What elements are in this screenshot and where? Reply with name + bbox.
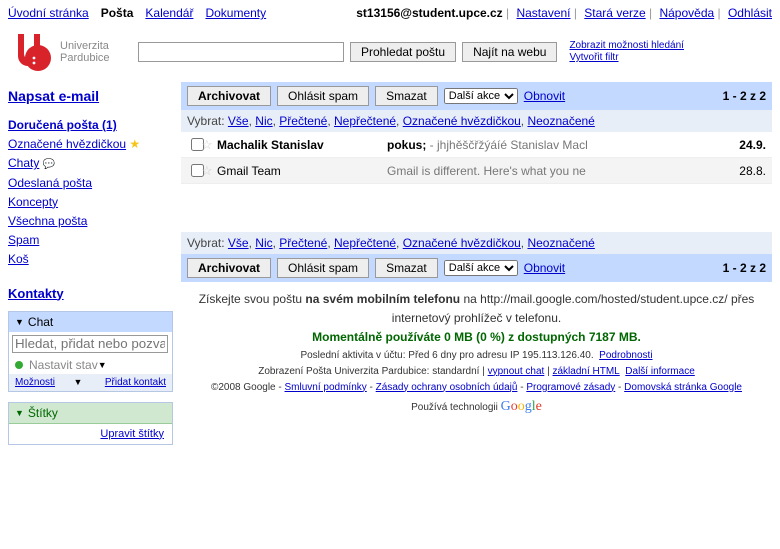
user-email: st13156@student.upce.cz (356, 6, 502, 20)
row-subject: pokus; - jhjhěščřžýáíé Stanislav Macl (387, 138, 722, 152)
message-row[interactable]: ☆Gmail TeamGmail is different. Here's wh… (181, 158, 772, 184)
delete-button[interactable]: Smazat (375, 86, 438, 106)
nav-home[interactable]: Úvodní stránka (8, 6, 89, 20)
labels-title: Štítky (28, 406, 58, 420)
select-unread[interactable]: Nepřečtené (334, 114, 396, 128)
activity-details[interactable]: Podrobnosti (599, 350, 652, 361)
compose-button[interactable]: Napsat e-mail (8, 88, 173, 104)
nav-help[interactable]: Nápověda (659, 6, 714, 20)
select-none[interactable]: Nic (255, 236, 272, 250)
delete-button[interactable]: Smazat (375, 258, 438, 278)
search-web-button[interactable]: Najít na webu (462, 42, 557, 62)
create-filter[interactable]: Vytvořit filtr (569, 52, 618, 63)
range-label: 1 - 2 z 2 (723, 261, 766, 275)
report-spam-button[interactable]: Ohlásit spam (277, 86, 369, 106)
chat-add-contact[interactable]: Přidat kontakt (105, 377, 166, 388)
chevron-down-icon[interactable]: ▼ (15, 317, 24, 327)
search-input[interactable] (138, 42, 344, 62)
chat-set-status[interactable]: Nastavit stav (29, 358, 98, 372)
row-from: Machalik Stanislav (217, 138, 387, 152)
footer: Získejte svou poštu na svém mobilním tel… (181, 282, 772, 426)
select-unread[interactable]: Nepřečtené (334, 236, 396, 250)
select-none[interactable]: Nic (255, 114, 272, 128)
star-icon[interactable]: ☆ (201, 137, 217, 153)
refresh-link[interactable]: Obnovit (524, 261, 565, 275)
nav-logout[interactable]: Odhlásit (728, 6, 772, 20)
range-label: 1 - 2 z 2 (723, 89, 766, 103)
chat-title: Chat (28, 315, 53, 329)
search-mail-button[interactable]: Prohledat poštu (350, 42, 456, 62)
chat-widget: ▼Chat Nastavit stav ▼ Možnosti▼ Přidat k… (8, 311, 173, 392)
chat-bubble-icon: 💬 (43, 159, 55, 170)
quota-text: Momentálně používáte 0 MB (0 %) z dostup… (189, 328, 764, 347)
select-all[interactable]: Vše (228, 236, 249, 250)
sidebar-spam[interactable]: Spam (8, 233, 39, 247)
sidebar-all[interactable]: Všechna pošta (8, 214, 87, 228)
chat-search-input[interactable] (12, 335, 168, 353)
report-spam-button[interactable]: Ohlásit spam (277, 258, 369, 278)
sidebar-inbox[interactable]: Doručená pošta (1) (8, 118, 117, 132)
select-all[interactable]: Vše (228, 114, 249, 128)
sidebar-chats[interactable]: Chaty (8, 156, 39, 170)
terms[interactable]: Smluvní podmínky (285, 382, 367, 393)
select-row-bottom: Vybrat: Vše, Nic, Přečtené, Nepřečtené, … (181, 232, 772, 254)
select-read[interactable]: Přečtené (279, 114, 327, 128)
logo: UniverzitaPardubice (8, 28, 138, 76)
status-dot-icon (15, 361, 23, 369)
nav-docs[interactable]: Dokumenty (205, 6, 266, 20)
show-search-options[interactable]: Zobrazit možnosti hledání (569, 40, 684, 51)
archive-button[interactable]: Archivovat (187, 86, 271, 106)
program-policies[interactable]: Programové zásady (526, 382, 615, 393)
google-logo-icon: Google (501, 396, 542, 418)
turn-off-chat[interactable]: vypnout chat (488, 366, 545, 377)
chevron-down-icon[interactable]: ▼ (15, 408, 24, 418)
message-list: ☆Machalik Stanislavpokus; - jhjhěščřžýáí… (181, 132, 772, 232)
row-date: 24.9. (722, 138, 766, 152)
select-read[interactable]: Přečtené (279, 236, 327, 250)
nav-mail[interactable]: Pošta (101, 6, 134, 20)
sidebar-drafts[interactable]: Koncepty (8, 195, 58, 209)
google-home[interactable]: Domovská stránka Google (624, 382, 742, 393)
row-from: Gmail Team (217, 164, 387, 178)
sidebar-trash[interactable]: Koš (8, 252, 29, 266)
select-unstarred[interactable]: Neoznačené (527, 114, 594, 128)
sidebar-contacts[interactable]: Kontakty (8, 286, 64, 301)
more-actions-select[interactable]: Další akce (444, 260, 518, 276)
nav-oldversion[interactable]: Stará verze (584, 6, 645, 20)
select-row-top: Vybrat: Vše, Nic, Přečtené, Nepřečtené, … (181, 110, 772, 132)
row-subject: Gmail is different. Here's what you ne (387, 164, 722, 178)
nav-settings[interactable]: Nastavení (516, 6, 570, 20)
top-toolbar: Archivovat Ohlásit spam Smazat Další akc… (181, 82, 772, 110)
nav-calendar[interactable]: Kalendář (145, 6, 193, 20)
star-icon[interactable]: ☆ (201, 163, 217, 179)
more-actions-select[interactable]: Další akce (444, 88, 518, 104)
chevron-down-icon[interactable]: ▼ (98, 360, 107, 370)
labels-widget: ▼ Štítky Upravit štítky (8, 402, 173, 445)
select-starred[interactable]: Označené hvězdičkou (403, 236, 521, 250)
more-info[interactable]: Další informace (625, 366, 694, 377)
chat-options[interactable]: Možnosti (15, 377, 55, 388)
select-starred[interactable]: Označené hvězdičkou (403, 114, 521, 128)
bottom-toolbar: Archivovat Ohlásit spam Smazat Další akc… (181, 254, 772, 282)
university-logo-icon (8, 28, 56, 76)
privacy[interactable]: Zásady ochrany osobních údajů (376, 382, 518, 393)
basic-html[interactable]: základní HTML (552, 366, 619, 377)
select-unstarred[interactable]: Neoznačené (527, 236, 594, 250)
refresh-link[interactable]: Obnovit (524, 89, 565, 103)
sidebar-sent[interactable]: Odeslaná pošta (8, 176, 92, 190)
edit-labels[interactable]: Upravit štítky (100, 428, 164, 440)
archive-button[interactable]: Archivovat (187, 258, 271, 278)
star-icon: ★ (129, 137, 140, 151)
message-row[interactable]: ☆Machalik Stanislavpokus; - jhjhěščřžýáí… (181, 132, 772, 158)
sidebar-starred[interactable]: Označené hvězdičkou (8, 137, 126, 151)
row-date: 28.8. (722, 164, 766, 178)
